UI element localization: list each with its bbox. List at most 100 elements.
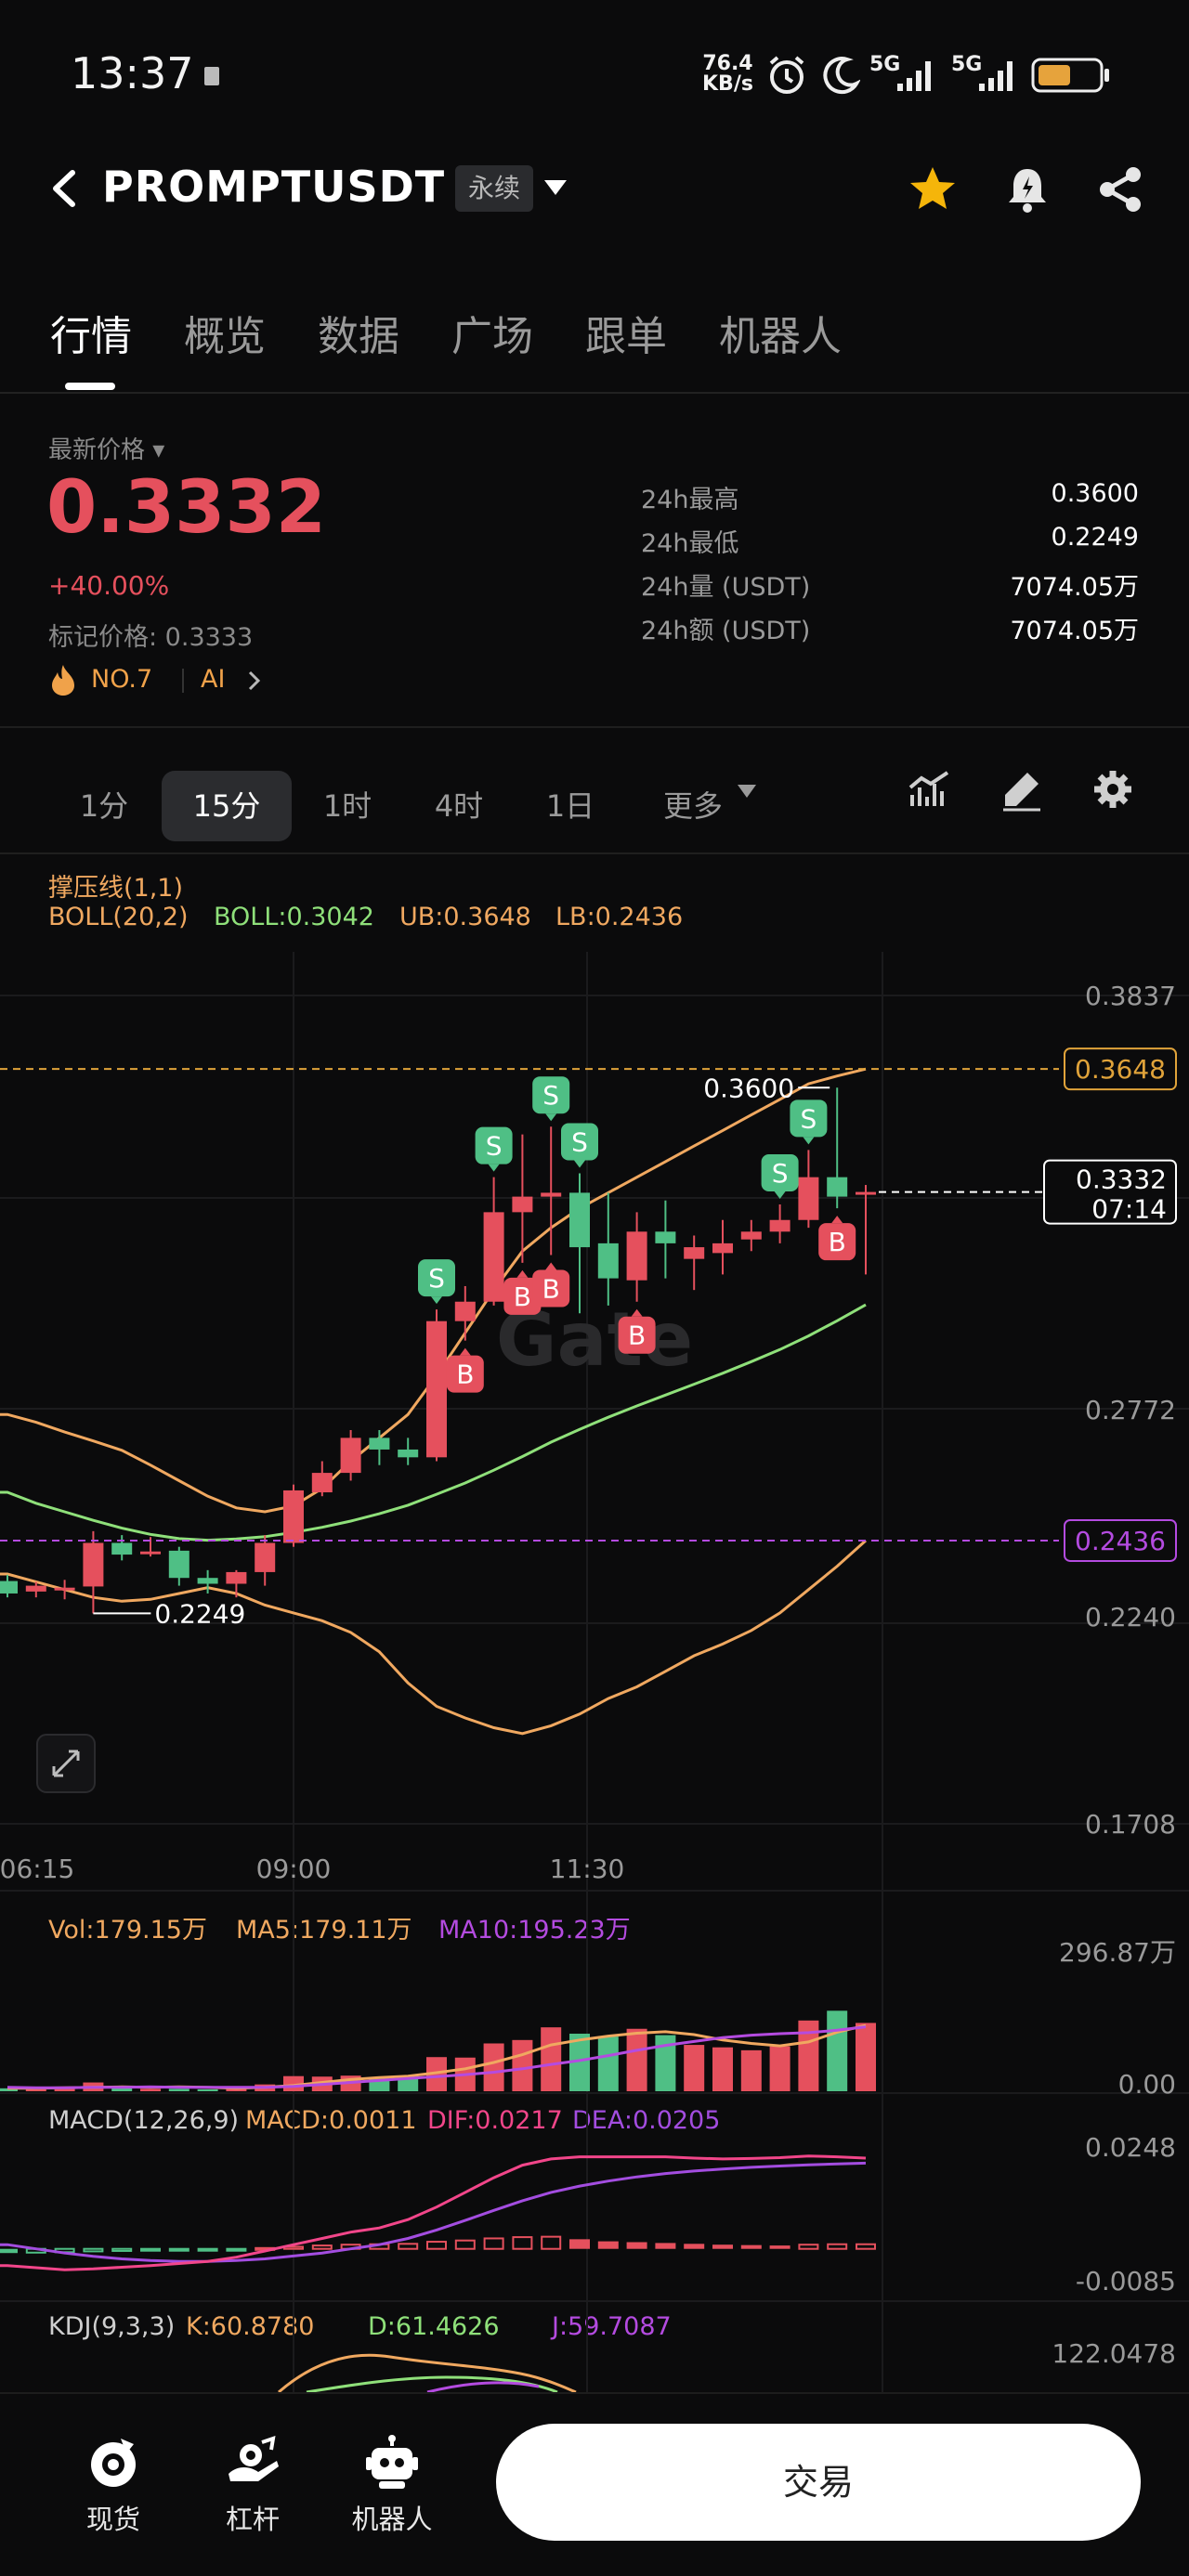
candle-body — [283, 1490, 304, 1543]
ai-label[interactable]: AI — [201, 665, 225, 694]
ub-price-tag-text: 0.3648 — [1075, 1054, 1166, 1085]
volume-bar — [541, 2027, 562, 2091]
timeframe-4h[interactable]: 4时 — [422, 771, 496, 841]
spot-icon — [91, 2439, 136, 2487]
tab-copy-trading[interactable]: 跟单 — [585, 303, 667, 362]
candle-body — [827, 1177, 848, 1197]
macd-hist-bar — [311, 2244, 333, 2250]
back-button[interactable] — [46, 167, 84, 210]
net-speed-unit: KB/s — [702, 72, 753, 96]
macd-hist-bar — [856, 2243, 876, 2250]
macd-dif-line — [0, 2154, 867, 2271]
divider — [0, 726, 1189, 728]
macd-hist-bar — [454, 2239, 476, 2250]
nav-bot[interactable]: 机器人 — [336, 2433, 448, 2537]
pair-title[interactable]: PROMPTUSDT — [102, 162, 445, 212]
tab-data[interactable]: 数据 — [318, 303, 399, 362]
rank-label[interactable]: NO.7 — [91, 665, 152, 694]
candle-body — [655, 1231, 676, 1243]
trade-button[interactable]: 交易 — [496, 2424, 1141, 2541]
marker-pointer — [516, 1269, 529, 1278]
time-axis-tick: 09:00 — [256, 1854, 332, 1884]
tab-market[interactable]: 行情 — [50, 303, 132, 362]
macd-hist-bar — [512, 2236, 533, 2250]
battery-icon — [1031, 58, 1109, 93]
candle-body — [454, 1301, 476, 1321]
candle-body — [798, 1177, 819, 1220]
caret-down-icon[interactable] — [736, 782, 758, 800]
kline-chart[interactable]: Gate SBSBSBSBSSB 0.38370.27720.22400.170… — [0, 854, 1189, 2396]
volume-bar — [769, 2046, 790, 2091]
net-speed: 76.4 KB/s — [702, 54, 753, 95]
price-axis-tick: 0.3837 — [1085, 981, 1176, 1011]
volume-bar — [197, 2088, 218, 2091]
share-icon[interactable] — [1094, 163, 1146, 215]
timeframe-more[interactable]: 更多 — [656, 771, 730, 841]
net-speed-value: 76.4 — [702, 52, 753, 75]
high-price-label: 0.3600 — [703, 1073, 794, 1103]
candle-body — [483, 1212, 504, 1302]
margin-icon — [229, 2436, 279, 2481]
nav-margin-label: 杠杆 — [225, 2504, 280, 2535]
candle-body — [311, 1473, 333, 1493]
robot-icon — [366, 2435, 418, 2489]
volume-bar — [483, 2043, 504, 2091]
tab-square[interactable]: 广场 — [451, 303, 533, 362]
divider — [182, 669, 184, 693]
stat-turnover-label: 24h额 (USDT) — [641, 617, 811, 645]
status-bar: 13:37 76.4 KB/s 5G 5G — [0, 0, 1189, 149]
alarm-icon — [769, 56, 804, 94]
timeframe-1m[interactable]: 1分 — [67, 771, 141, 841]
caret-down-icon[interactable] — [542, 176, 568, 199]
active-tab-indicator — [65, 383, 115, 390]
nav-spot[interactable]: 现货 — [58, 2433, 169, 2537]
marker-pointer — [574, 1160, 585, 1168]
time-axis: 06:15 09:00 11:30 — [0, 1854, 624, 1884]
volume-bar — [140, 2088, 161, 2091]
timeframe-1d[interactable]: 1日 — [533, 771, 608, 841]
contract-type-badge: 永续 — [455, 165, 533, 212]
macd-hist-bar — [769, 2245, 790, 2249]
latest-price-label-text: 最新价格 — [48, 436, 146, 464]
macd-hist-bar — [226, 2247, 247, 2252]
candle-body — [597, 1242, 619, 1279]
candle-body — [626, 1231, 647, 1281]
stat-low-label: 24h最低 — [641, 529, 739, 558]
candle-body — [369, 1438, 390, 1450]
fullscreen-expand-icon[interactable] — [35, 1733, 97, 1794]
stat-volume-value: 7074.05万 — [1010, 573, 1139, 602]
nav-margin[interactable]: 杠杆 — [197, 2433, 308, 2537]
tab-bots[interactable]: 机器人 — [719, 303, 842, 362]
tab-overview[interactable]: 概览 — [184, 303, 266, 362]
draw-pen-icon[interactable] — [1000, 767, 1044, 812]
price-axis: 0.3837 0.2772 0.2240 0.1708 0.3648 0.2436 0.33… — [1043, 981, 1177, 1840]
stat-volume-label: 24h量 (USDT) — [641, 573, 811, 602]
lb-price-tag-text: 0.2436 — [1075, 1526, 1166, 1556]
price-change-percent: +40.00% — [48, 570, 170, 601]
favorite-star-icon[interactable] — [907, 163, 959, 215]
candle-body — [168, 1550, 189, 1579]
divider — [0, 392, 1189, 394]
timeframe-15m[interactable]: 15分 — [162, 771, 292, 841]
candle-body — [541, 1192, 562, 1197]
marker-pointer — [431, 1296, 442, 1305]
macd-hist-bar — [712, 2244, 733, 2249]
macd-hist-bar — [684, 2244, 705, 2249]
macd-hist-bar — [83, 2247, 104, 2253]
candle-body — [684, 1247, 705, 1259]
chevron-right-icon[interactable] — [247, 669, 262, 693]
macd-hist-bar — [111, 2247, 133, 2252]
marker-s-label: S — [486, 1131, 503, 1162]
indicator-chart-icon[interactable] — [907, 767, 951, 812]
kdj-pane: 122.0478 — [278, 2338, 1176, 2394]
volume-bar — [512, 2039, 533, 2091]
timeframe-1h[interactable]: 1时 — [310, 771, 385, 841]
price-alert-bell-icon[interactable] — [1001, 163, 1053, 215]
volume-bar — [597, 2036, 619, 2091]
candle-body — [769, 1219, 790, 1232]
latest-price-label[interactable]: 最新价格 ▾ — [48, 431, 164, 465]
volume-axis-min: 0.00 — [1118, 2069, 1176, 2100]
macd-hist-bar — [740, 2244, 762, 2249]
settings-gear-icon[interactable] — [1091, 767, 1135, 812]
macd-axis-min: -0.0085 — [1076, 2266, 1176, 2296]
